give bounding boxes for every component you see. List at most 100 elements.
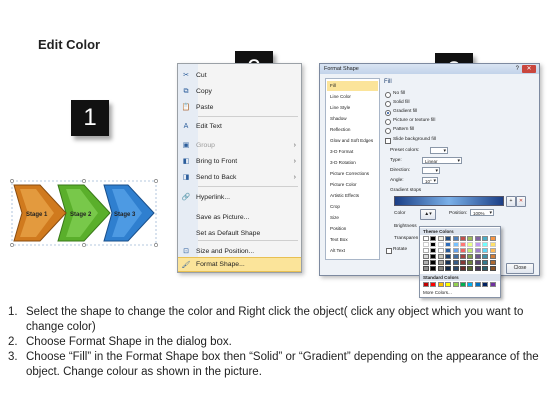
standard-color-swatch[interactable] [482, 282, 489, 287]
theme-color-swatch[interactable] [467, 266, 474, 271]
theme-color-swatch[interactable] [474, 236, 481, 241]
theme-color-swatch[interactable] [460, 254, 466, 259]
menu-item-bring-to-front[interactable]: ◧ Bring to Front › [178, 154, 301, 169]
angle-input[interactable]: 10° [422, 177, 438, 185]
theme-color-swatch[interactable] [437, 242, 444, 247]
standard-color-swatch[interactable] [467, 282, 474, 287]
theme-color-swatch[interactable] [445, 248, 452, 253]
theme-color-swatch[interactable] [474, 248, 481, 253]
theme-color-swatch[interactable] [489, 236, 496, 241]
menu-item-send-to-back[interactable]: ◨ Send to Back › [178, 170, 301, 185]
category-shadow[interactable]: Shadow [327, 114, 378, 124]
standard-color-swatch[interactable] [452, 282, 459, 287]
preset-colors-dropdown[interactable] [430, 147, 448, 155]
more-colors-link[interactable]: More Colors... [423, 290, 452, 295]
theme-color-swatch[interactable] [445, 242, 452, 247]
category-text-box[interactable]: Text Box [327, 235, 378, 245]
standard-color-swatch[interactable] [437, 282, 444, 287]
category-artistic-effects[interactable]: Artistic Effects [327, 191, 378, 201]
theme-color-swatch[interactable] [489, 254, 496, 259]
theme-color-swatch[interactable] [482, 266, 489, 271]
direction-dropdown[interactable] [422, 167, 440, 175]
category-crop[interactable]: Crop [327, 202, 378, 212]
theme-color-swatch[interactable] [467, 254, 474, 259]
standard-color-swatch[interactable] [430, 282, 437, 287]
theme-color-swatch[interactable] [460, 260, 466, 265]
category-size[interactable]: Size [327, 213, 378, 223]
category-picture-color[interactable]: Picture Color [327, 180, 378, 190]
color-picker-button[interactable]: ▲▾ [420, 209, 436, 220]
menu-item-save-as-picture[interactable]: Save as Picture... [178, 210, 301, 225]
theme-color-swatch[interactable] [430, 254, 437, 259]
category-position[interactable]: Position [327, 224, 378, 234]
theme-color-swatch[interactable] [437, 260, 444, 265]
menu-item-hyperlink[interactable]: 🔗 Hyperlink... [178, 190, 301, 205]
theme-color-swatch[interactable] [423, 236, 429, 241]
theme-color-swatch[interactable] [437, 254, 444, 259]
fill-radio-pattern-fill[interactable] [385, 128, 391, 134]
theme-color-swatch[interactable] [460, 266, 466, 271]
theme-color-swatch[interactable] [482, 242, 489, 247]
theme-color-swatch[interactable] [489, 248, 496, 253]
theme-color-swatch[interactable] [423, 254, 429, 259]
close-icon[interactable]: ✕ [522, 65, 536, 73]
slide-bg-checkbox[interactable] [385, 138, 391, 144]
theme-color-swatch[interactable] [474, 254, 481, 259]
help-icon[interactable]: ? [516, 64, 519, 74]
theme-color-swatch[interactable] [452, 266, 459, 271]
type-dropdown[interactable]: Linear [422, 157, 462, 165]
menu-item-cut[interactable]: ✂ Cut [178, 68, 301, 83]
theme-color-swatch[interactable] [423, 266, 429, 271]
menu-item-set-as-default-shape[interactable]: Set as Default Shape [178, 226, 301, 241]
theme-color-swatch[interactable] [474, 260, 481, 265]
theme-color-swatch[interactable] [445, 266, 452, 271]
category-3-d-format[interactable]: 3-D Format [327, 147, 378, 157]
theme-color-swatch[interactable] [474, 266, 481, 271]
theme-color-swatch[interactable] [467, 260, 474, 265]
theme-color-swatch[interactable] [452, 260, 459, 265]
theme-color-swatch[interactable] [430, 266, 437, 271]
category-glow-and-soft-edges[interactable]: Glow and Soft Edges [327, 136, 378, 146]
theme-color-swatch[interactable] [482, 248, 489, 253]
theme-color-swatch[interactable] [460, 242, 466, 247]
category-line-style[interactable]: Line Style [327, 103, 378, 113]
theme-color-swatch[interactable] [452, 254, 459, 259]
fill-radio-gradient-fill[interactable] [385, 110, 391, 116]
menu-item-copy[interactable]: ⧉ Copy [178, 84, 301, 99]
gradient-stops-bar[interactable] [394, 196, 504, 206]
theme-color-swatch[interactable] [460, 236, 466, 241]
category-alt-text[interactable]: Alt Text [327, 246, 378, 256]
theme-color-swatch[interactable] [482, 254, 489, 259]
theme-color-swatch[interactable] [489, 266, 496, 271]
theme-color-swatch[interactable] [467, 248, 474, 253]
theme-color-swatch[interactable] [474, 242, 481, 247]
theme-color-swatch[interactable] [430, 242, 437, 247]
menu-item-paste[interactable]: 📋 Paste [178, 100, 301, 115]
theme-color-swatch[interactable] [482, 260, 489, 265]
theme-color-swatch[interactable] [445, 254, 452, 259]
menu-item-group[interactable]: ▣ Group › [178, 138, 301, 153]
theme-color-swatch[interactable] [452, 236, 459, 241]
standard-color-swatch[interactable] [423, 282, 429, 287]
theme-color-swatch[interactable] [460, 248, 466, 253]
menu-item-edit-text[interactable]: A Edit Text [178, 119, 301, 134]
category-fill[interactable]: Fill [327, 81, 378, 91]
theme-color-swatch[interactable] [430, 248, 437, 253]
menu-item-format-shape[interactable]: 🖌 Format Shape... [178, 257, 301, 272]
theme-color-swatch[interactable] [423, 260, 429, 265]
fill-radio-no-fill[interactable] [385, 92, 391, 98]
theme-color-swatch[interactable] [437, 266, 444, 271]
theme-color-swatch[interactable] [445, 260, 452, 265]
theme-color-swatch[interactable] [467, 242, 474, 247]
theme-color-swatch[interactable] [437, 236, 444, 241]
theme-color-swatch[interactable] [452, 248, 459, 253]
standard-color-swatch[interactable] [474, 282, 481, 287]
rotate-checkbox[interactable] [386, 248, 392, 254]
category-line-color[interactable]: Line Color [327, 92, 378, 102]
theme-color-swatch[interactable] [437, 248, 444, 253]
category-3-d-rotation[interactable]: 3-D Rotation [327, 158, 378, 168]
category-picture-corrections[interactable]: Picture Corrections [327, 169, 378, 179]
standard-color-swatch[interactable] [460, 282, 466, 287]
close-button[interactable]: Close [506, 263, 534, 274]
position-input[interactable]: 100% [470, 209, 494, 217]
